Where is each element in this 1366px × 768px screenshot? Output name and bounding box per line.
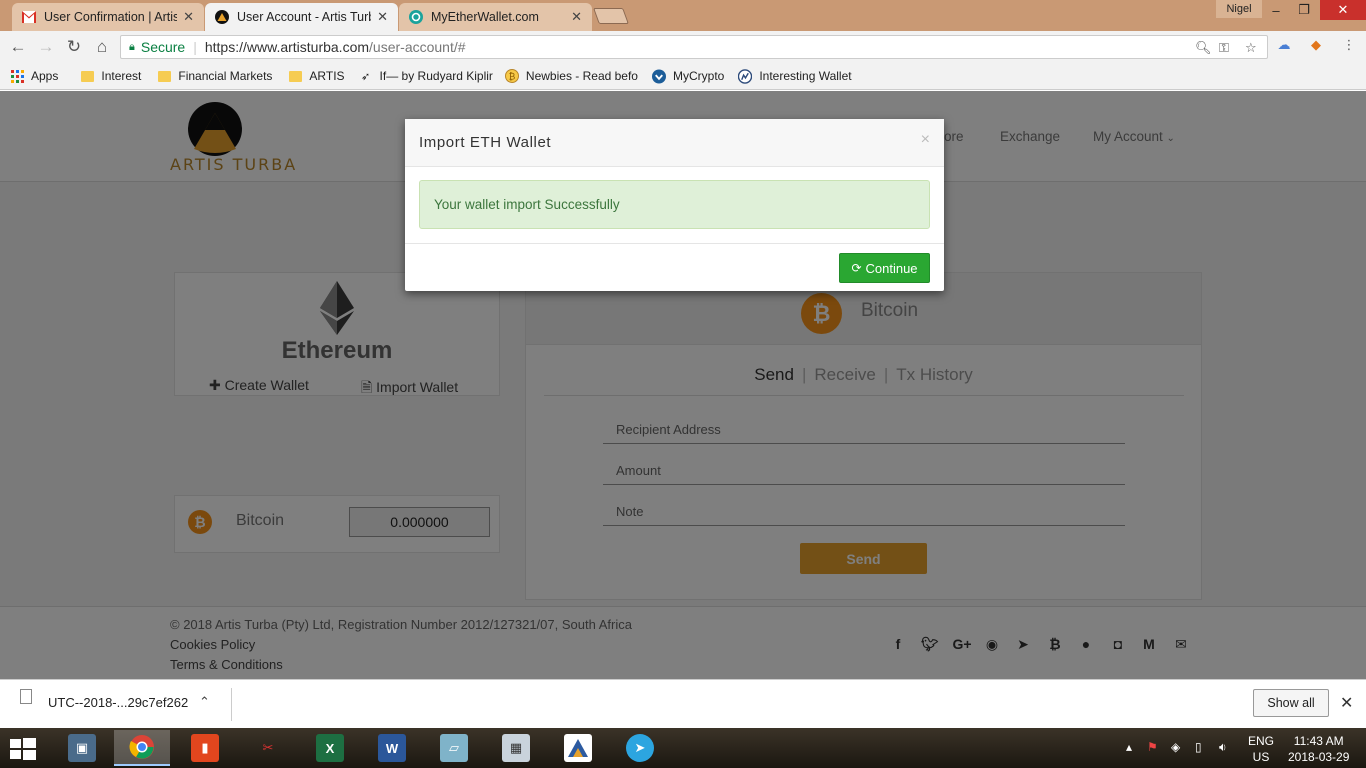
bookmark-financial-markets[interactable]: Financial Markets: [157, 69, 272, 83]
taskbar-pdf-icon[interactable]: ▮: [177, 730, 233, 766]
close-icon[interactable]: ×: [921, 131, 930, 149]
new-tab-button[interactable]: [593, 8, 629, 24]
import-eth-wallet-modal: Import ETH Wallet × Your wallet import S…: [405, 119, 944, 291]
address-bar[interactable]: 🔒︎ Secure | https://www.artisturba.com/u…: [120, 35, 1268, 59]
taskbar-snipping-icon[interactable]: ✂: [240, 730, 296, 766]
show-all-button[interactable]: Show all: [1253, 689, 1329, 717]
tab-user-confirmation[interactable]: User Confirmation | Artis ✕: [12, 3, 204, 31]
wallet-logo-icon: [738, 68, 753, 84]
bookmark-interesting-wallet[interactable]: Interesting Wallet: [738, 68, 852, 84]
minimize-icon[interactable]: ‒: [1262, 0, 1290, 20]
browser-toolbar: ← → ↻ ⌂ 🔒︎ Secure | https://www.artistur…: [0, 31, 1366, 63]
zoom-icon[interactable]: 🔍︎: [1195, 40, 1212, 56]
url-text: https://www.artisturba.com/user-account/…: [204, 39, 466, 55]
bookmark-apps[interactable]: Apps: [10, 69, 58, 83]
windows-start-icon[interactable]: [10, 738, 36, 760]
bookmarks-bar: Apps Interest Financial Markets ARTIS ➶ …: [0, 63, 1366, 90]
bookmark-newbies[interactable]: ₿ Newbies - Read befo: [504, 69, 638, 83]
secure-indicator[interactable]: 🔒︎ Secure: [129, 39, 185, 55]
tab-close-icon[interactable]: ✕: [571, 9, 582, 25]
taskbar-excel-icon[interactable]: X: [302, 730, 358, 766]
success-alert: Your wallet import Successfully: [419, 180, 930, 229]
tab-close-icon[interactable]: ✕: [377, 9, 388, 25]
taskbar-notes-icon[interactable]: ▱: [426, 730, 482, 766]
tab-myetherwallet[interactable]: MyEtherWallet.com ✕: [399, 3, 592, 31]
menu-icon[interactable]: ⋮: [1340, 36, 1358, 54]
tray-flag-icon[interactable]: ⚑: [1147, 740, 1158, 754]
taskbar-calculator-icon[interactable]: ▦: [488, 730, 544, 766]
tray-dropbox-icon[interactable]: ◈: [1171, 740, 1180, 754]
download-item[interactable]: UTC--2018-...29c7ef262: [20, 689, 188, 710]
myetherwallet-icon: [409, 10, 423, 24]
tab-user-account[interactable]: User Account - Artis Turb ✕: [205, 3, 398, 31]
artis-turba-icon: [215, 10, 229, 24]
chevron-up-icon[interactable]: ⌃: [199, 694, 210, 710]
continue-button[interactable]: ⟳ Continue: [839, 253, 930, 283]
refresh-icon: ⟳: [851, 261, 862, 275]
forward-icon[interactable]: →: [36, 37, 56, 57]
taskbar-telegram-icon[interactable]: ➤: [612, 730, 668, 766]
metamask-icon[interactable]: ◆: [1307, 36, 1325, 54]
modal-title: Import ETH Wallet: [419, 134, 552, 151]
tab-close-icon[interactable]: ✕: [183, 9, 194, 25]
key-icon[interactable]: ⚿: [1219, 40, 1229, 56]
system-clock[interactable]: 11:43 AM 2018-03-29: [1288, 733, 1349, 765]
modal-header: Import ETH Wallet ×: [405, 119, 944, 167]
bird-icon: ➶: [360, 70, 371, 83]
mycrypto-icon: [651, 69, 666, 83]
folder-icon: [80, 69, 94, 83]
taskbar-artis-icon[interactable]: [550, 730, 606, 766]
window-close-icon[interactable]: ✕: [1320, 0, 1366, 20]
bitcoin-coin-icon: ₿: [504, 69, 519, 83]
taskbar-computer-icon[interactable]: ▣: [54, 730, 110, 766]
bookmark-mycrypto[interactable]: MyCrypto: [651, 69, 724, 83]
lock-icon: 🔒︎: [129, 40, 135, 53]
profile-button[interactable]: Nigel: [1216, 0, 1262, 18]
apps-grid-icon: [10, 69, 24, 83]
taskbar-chrome-icon[interactable]: [114, 730, 170, 766]
star-icon[interactable]: ☆: [1245, 40, 1257, 56]
bookmark-interest[interactable]: Interest: [80, 69, 141, 83]
browser-tab-strip: User Confirmation | Artis ✕ User Account…: [0, 0, 1366, 31]
bookmark-if-kipling[interactable]: ➶ If— by Rudyard Kiplir: [359, 69, 493, 83]
tray-volume-icon[interactable]: 🔉︎: [1219, 740, 1227, 755]
folder-icon: [157, 69, 171, 83]
svg-text:₿: ₿: [509, 72, 516, 83]
download-bar: UTC--2018-...29c7ef262 ⌃ Show all ✕: [0, 679, 1366, 728]
folder-icon: [288, 69, 302, 83]
tray-chevron-up-icon[interactable]: ▴: [1126, 740, 1132, 754]
home-icon[interactable]: ⌂: [92, 37, 112, 57]
taskbar-word-icon[interactable]: W: [364, 730, 420, 766]
back-icon[interactable]: ←: [8, 37, 28, 57]
reload-icon[interactable]: ↻: [64, 37, 84, 57]
input-language[interactable]: ENG US: [1248, 733, 1274, 765]
extension-cloud-icon[interactable]: ☁: [1275, 36, 1293, 54]
windows-taskbar: ▣ ▮ ✂ X W ▱ ▦ ➤ ▴ ⚑ ◈ ▯ 🔉︎ ENG US 11:43 …: [0, 728, 1366, 768]
close-download-bar-icon[interactable]: ✕: [1340, 693, 1353, 713]
bookmark-artis[interactable]: ARTIS: [288, 69, 345, 83]
document-icon: [20, 689, 32, 704]
tray-battery-icon[interactable]: ▯: [1195, 740, 1202, 754]
gmail-icon: [22, 10, 36, 24]
modal-footer: ⟳ Continue: [405, 243, 944, 291]
restore-icon[interactable]: ❐: [1290, 0, 1318, 20]
